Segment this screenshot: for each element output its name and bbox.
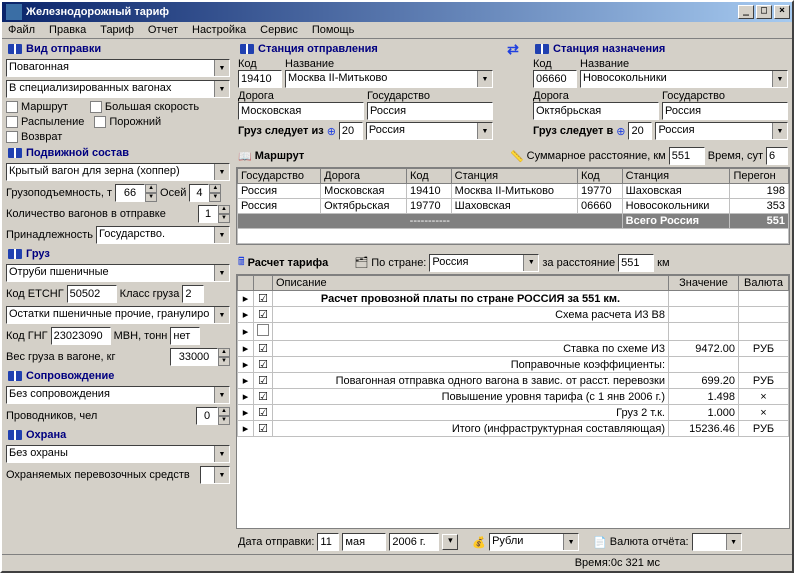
load-spin[interactable]: ▲▼: [115, 184, 157, 202]
ruler-icon: 📏: [510, 150, 524, 163]
chk-return[interactable]: [6, 131, 18, 143]
escort-select[interactable]: Без сопровождения: [6, 386, 230, 404]
date-month[interactable]: [342, 533, 386, 551]
arr-code-input[interactable]: [533, 70, 577, 88]
book-icon: [8, 430, 22, 440]
calc-grid[interactable]: ОписаниеЗначениеВалюта▸☑Расчет провозной…: [236, 274, 790, 529]
menu-service[interactable]: Сервис: [260, 24, 298, 36]
route-dist[interactable]: [669, 147, 705, 165]
date-picker-button[interactable]: ▾: [442, 534, 458, 550]
book-icon: [8, 249, 22, 259]
dep-state-input[interactable]: [367, 102, 493, 120]
menu-settings[interactable]: Настройка: [192, 24, 246, 36]
menubar: Файл Правка Тариф Отчет Настройка Сервис…: [2, 22, 792, 39]
route-icon: 📖: [238, 150, 252, 163]
dep-header: Станция отправления: [258, 43, 378, 55]
arr-road-input[interactable]: [533, 102, 659, 120]
currency-icon: 💰: [472, 536, 486, 549]
status-time: Время:0с 321 мс: [575, 557, 660, 569]
date-day[interactable]: [317, 533, 339, 551]
report-icon: 📄: [593, 536, 607, 549]
etsng-input[interactable]: [67, 285, 117, 303]
report-currency-select[interactable]: [692, 533, 742, 551]
route-header: Маршрут: [255, 150, 305, 162]
send-header: Вид отправки: [26, 43, 101, 55]
guard-means-select[interactable]: [200, 466, 230, 484]
own-select[interactable]: Государство.: [96, 226, 230, 244]
cargo-header: Груз: [26, 248, 50, 260]
swap-icon[interactable]: ⇄: [503, 41, 523, 57]
dep-follow-n[interactable]: [339, 122, 363, 140]
currency-select[interactable]: Рубли: [489, 533, 579, 551]
cargo-rest-select[interactable]: Остатки пшеничные прочие, гранулиро: [6, 306, 230, 324]
mvn-input[interactable]: [170, 327, 200, 345]
app-icon: [6, 4, 22, 20]
calc-country-select[interactable]: Россия: [429, 254, 539, 272]
globe-icon: ⊕: [616, 125, 625, 138]
cargo-name-select[interactable]: Отруби пшеничные: [6, 264, 230, 282]
book-icon: [535, 44, 549, 54]
menu-edit[interactable]: Правка: [49, 24, 86, 36]
menu-help[interactable]: Помощь: [312, 24, 355, 36]
dep-name-select[interactable]: Москва II-Митьково: [285, 70, 493, 88]
book-icon: [8, 148, 22, 158]
arr-state-input[interactable]: [662, 102, 788, 120]
date-year[interactable]: [389, 533, 439, 551]
globe-icon: ⊕: [327, 125, 336, 138]
wagon-type-select[interactable]: В специализированных вагонах: [6, 80, 230, 98]
close-button[interactable]: ×: [774, 5, 790, 19]
guard-header: Охрана: [26, 429, 66, 441]
escort-header: Сопровождение: [26, 370, 114, 382]
chk-empty[interactable]: [94, 116, 106, 128]
dep-road-input[interactable]: [238, 102, 364, 120]
route-time[interactable]: [766, 147, 788, 165]
book-icon: [8, 44, 22, 54]
arr-follow-c[interactable]: Россия: [655, 122, 788, 140]
arr-header: Станция назначения: [553, 43, 665, 55]
route-grid[interactable]: ГосударствоДорогаКодСтанцияКодСтанцияПер…: [236, 167, 790, 245]
rolling-type-select[interactable]: Крытый вагон для зерна (хоппер): [6, 163, 230, 181]
book-icon: [240, 44, 254, 54]
weight-spin[interactable]: ▲▼: [170, 348, 230, 366]
send-type-select[interactable]: Повагонная: [6, 59, 230, 77]
cond-spin[interactable]: ▲▼: [196, 407, 230, 425]
arr-follow-n[interactable]: [628, 122, 652, 140]
menu-tariff[interactable]: Тариф: [100, 24, 134, 36]
layers-icon: 🗂: [354, 256, 368, 269]
rolling-header: Подвижной состав: [26, 147, 129, 159]
calc-dist[interactable]: [618, 254, 654, 272]
book-icon: [8, 371, 22, 381]
minimize-button[interactable]: _: [738, 5, 754, 19]
chk-marshrut[interactable]: [6, 101, 18, 113]
window-title: Железнодорожный тариф: [26, 6, 738, 18]
maximize-button[interactable]: □: [756, 5, 772, 19]
chk-speed[interactable]: [90, 101, 102, 113]
menu-report[interactable]: Отчет: [148, 24, 178, 36]
dep-code-input[interactable]: [238, 70, 282, 88]
axles-spin[interactable]: ▲▼: [189, 184, 221, 202]
count-spin[interactable]: ▲▼: [198, 205, 230, 223]
class-input[interactable]: [182, 285, 204, 303]
arr-name-select[interactable]: Новосокольники: [580, 70, 788, 88]
menu-file[interactable]: Файл: [8, 24, 35, 36]
guard-select[interactable]: Без охраны: [6, 445, 230, 463]
calc-icon: 🖩: [238, 253, 245, 272]
calc-header: Расчет тарифа: [248, 257, 329, 269]
dep-follow-c[interactable]: Россия: [366, 122, 493, 140]
gng-input[interactable]: [51, 327, 111, 345]
chk-spray[interactable]: [6, 116, 18, 128]
